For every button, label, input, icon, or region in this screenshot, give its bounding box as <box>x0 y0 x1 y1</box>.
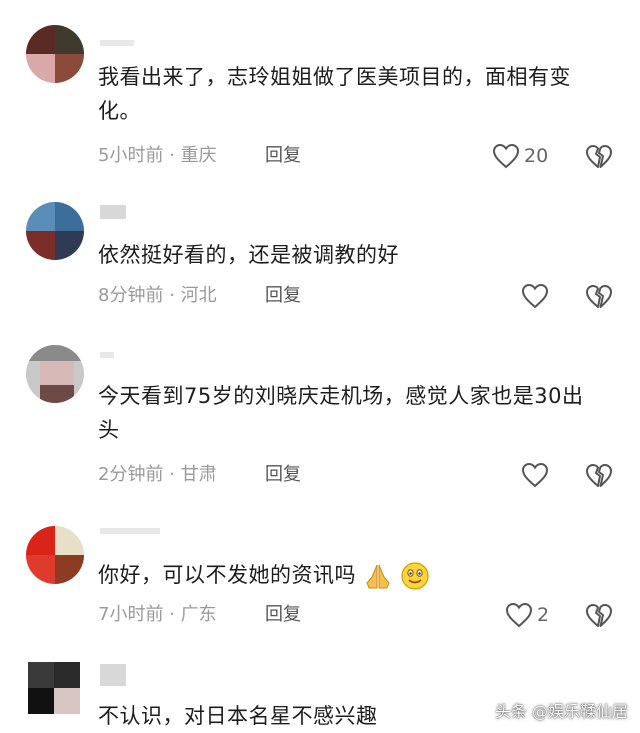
comment-text: 我看出来了，志玲姐姐做了医美项目的，面相有变化。 <box>98 65 571 123</box>
username[interactable] <box>100 528 160 534</box>
reply-button[interactable]: 回复 <box>265 600 301 630</box>
praying-hands-icon <box>366 564 390 589</box>
username[interactable] <box>100 664 126 686</box>
meta-separator: · <box>169 604 175 625</box>
avatar[interactable] <box>26 345 84 403</box>
comment-time: 7小时前 <box>98 604 164 625</box>
comment-location: 重庆 <box>180 145 217 166</box>
comment-location: 甘肃 <box>180 464 217 485</box>
like-button[interactable]: 20 <box>492 141 548 171</box>
reply-button[interactable]: 回复 <box>265 141 301 171</box>
like-button[interactable] <box>521 281 553 311</box>
avatar[interactable] <box>26 25 84 83</box>
reply-button[interactable]: 回复 <box>265 460 301 490</box>
comment-time: 8分钟前 <box>98 285 164 306</box>
broken-heart-icon[interactable] <box>585 602 613 630</box>
meta-separator: · <box>169 285 175 306</box>
reply-button[interactable]: 回复 <box>265 281 301 311</box>
meta-separator: · <box>169 145 175 166</box>
broken-heart-icon[interactable] <box>585 143 613 171</box>
avatar[interactable] <box>26 526 84 584</box>
avatar[interactable] <box>28 662 80 714</box>
username[interactable] <box>100 205 126 219</box>
broken-heart-icon[interactable] <box>585 462 613 490</box>
like-count: 2 <box>537 604 550 626</box>
comment-time: 2分钟前 <box>98 464 164 485</box>
meta-separator: · <box>169 464 175 485</box>
username[interactable] <box>100 40 134 46</box>
comment-text-content: 你好，可以不发她的资讯吗 <box>98 563 356 587</box>
comment-meta: 5小时前 · 重庆 <box>98 141 217 171</box>
smiling-face-icon <box>401 562 429 590</box>
like-button[interactable] <box>521 460 553 490</box>
comment-text: 今天看到75岁的刘晓庆走机场，感觉人家也是30出头 <box>98 384 584 442</box>
comment-text: 依然挺好看的，还是被调教的好 <box>98 243 399 267</box>
heart-outline-icon <box>521 462 549 488</box>
heart-outline-icon <box>492 143 520 169</box>
comment-meta: 8分钟前 · 河北 <box>98 281 217 311</box>
watermark: 头条 @娱乐鞣仙居 <box>494 702 628 721</box>
broken-heart-icon[interactable] <box>585 283 613 311</box>
heart-outline-icon <box>505 602 533 628</box>
avatar[interactable] <box>26 202 84 260</box>
like-button[interactable]: 2 <box>505 600 549 630</box>
username[interactable] <box>100 352 114 358</box>
heart-outline-icon <box>521 283 549 309</box>
like-count: 20 <box>524 145 549 167</box>
comment-time: 5小时前 <box>98 145 164 166</box>
comment-text: 你好，可以不发她的资讯吗 <box>98 558 603 592</box>
comment-meta: 7小时前 · 广东 <box>98 600 217 630</box>
comment-meta: 2分钟前 · 甘肃 <box>98 460 217 490</box>
comment-location: 河北 <box>180 285 217 306</box>
comment-location: 广东 <box>180 604 217 625</box>
